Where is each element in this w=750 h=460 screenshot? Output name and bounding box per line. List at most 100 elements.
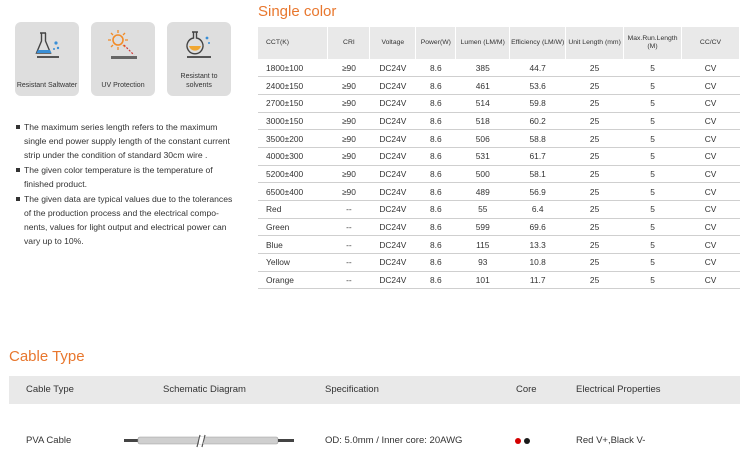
table-row: 3500±200 ≥90 DC24V 8.6 506 58.8 25 5 CV (258, 129, 740, 148)
flask-saltwater-icon (15, 28, 79, 64)
header-cc-cv: CC/CV (681, 27, 740, 59)
table-cell: 8.6 (415, 129, 456, 148)
table-cell: 6.4 (509, 200, 566, 219)
feature-label: UV Protection (101, 82, 145, 89)
table-row: Blue -- DC24V 8.6 115 13.3 25 5 CV (258, 235, 740, 255)
table-cell: CV (681, 165, 740, 184)
table-cell: 53.6 (509, 76, 566, 95)
feature-icons: Resistant Saltwater UV Protection Resist… (15, 22, 231, 96)
table-cell: 25 (565, 112, 624, 131)
table-cell: 58.8 (509, 129, 566, 148)
table-cell: 10.8 (509, 253, 566, 272)
table-cell: 8.6 (415, 165, 456, 184)
table-cell: CV (681, 112, 740, 131)
table-cell: 25 (565, 253, 624, 272)
table-row: 5200±400 ≥90 DC24V 8.6 500 58.1 25 5 CV (258, 165, 740, 184)
table-cell: CV (681, 76, 740, 95)
table-cell: Orange (258, 271, 328, 290)
table-cell: CV (681, 253, 740, 272)
table-cell: CV (681, 129, 740, 148)
table-row: 2700±150 ≥90 DC24V 8.6 514 59.8 25 5 CV (258, 94, 740, 113)
table-cell: 58.1 (509, 165, 566, 184)
table-cell: 5 (623, 200, 682, 219)
table-cell: 8.6 (415, 271, 456, 290)
header-voltage: Voltage (369, 27, 417, 59)
feature-card-solvent: Resistant to solvents (167, 22, 231, 96)
table-cell: 5 (623, 129, 682, 148)
table-cell: DC24V (369, 218, 416, 237)
table-cell: DC24V (369, 94, 416, 113)
header-max-run: Max.Run.Length (M) (623, 27, 683, 59)
table-cell: 8.6 (415, 59, 456, 78)
table-row: 3000±150 ≥90 DC24V 8.6 518 60.2 25 5 CV (258, 112, 740, 131)
table-cell: 25 (565, 129, 624, 148)
table-cell: 506 (455, 129, 510, 148)
table-cell: DC24V (369, 182, 416, 201)
table-cell: 514 (455, 94, 510, 113)
table-cell: 461 (455, 76, 510, 95)
cable-header-diagram: Schematic Diagram (163, 384, 246, 395)
table-cell: 5 (623, 253, 682, 272)
table-cell: 4000±300 (258, 147, 328, 166)
table-cell: DC24V (369, 200, 416, 219)
table-cell: 8.6 (415, 218, 456, 237)
table-cell: CV (681, 200, 740, 219)
table-cell: 55 (455, 200, 510, 219)
table-cell: CV (681, 59, 740, 78)
table-cell: DC24V (369, 112, 416, 131)
core-dot-red (515, 438, 521, 444)
flask-solvent-icon (167, 28, 231, 64)
table-cell: 1800±100 (258, 59, 328, 78)
table-cell: ≥90 (327, 182, 370, 201)
table-cell: ≥90 (327, 94, 370, 113)
feature-card-uv: UV Protection (91, 22, 155, 96)
table-cell: 25 (565, 147, 624, 166)
table-cell: Red (258, 200, 328, 219)
core-dot-black (524, 438, 530, 444)
cable-table-header: Cable Type Schematic Diagram Specificati… (9, 376, 740, 404)
table-cell: 56.9 (509, 182, 566, 201)
table-cell: 69.6 (509, 218, 566, 237)
note-item: The given color temperature is the tempe… (16, 163, 234, 191)
table-cell: 8.6 (415, 112, 456, 131)
table-cell: 5200±400 (258, 165, 328, 184)
header-efficiency: Efficiency (LM/W) (509, 27, 567, 59)
table-cell: -- (327, 200, 370, 219)
header-unit-length: Unit Length (mm) (565, 27, 625, 59)
table-cell: -- (327, 218, 370, 237)
table-cell: 8.6 (415, 235, 456, 255)
cable-header-core: Core (516, 384, 537, 395)
table-cell: DC24V (369, 59, 416, 78)
table-cell: DC24V (369, 253, 416, 272)
table-cell: 2700±150 (258, 94, 328, 113)
table-row: 6500±400 ≥90 DC24V 8.6 489 56.9 25 5 CV (258, 182, 740, 201)
core-indicator (515, 438, 530, 444)
table-cell: 8.6 (415, 76, 456, 95)
cable-spec-value: OD: 5.0mm / Inner core: 20AWG (325, 435, 463, 446)
header-cri: CRI (327, 27, 371, 59)
table-cell: -- (327, 253, 370, 272)
table-cell: 5 (623, 59, 682, 78)
feature-card-saltwater: Resistant Saltwater (15, 22, 79, 96)
table-cell: DC24V (369, 165, 416, 184)
notes-section: The maximum series length refers to the … (16, 120, 234, 249)
table-row: 2400±150 ≥90 DC24V 8.6 461 53.6 25 5 CV (258, 76, 740, 95)
table-row: 4000±300 ≥90 DC24V 8.6 531 61.7 25 5 CV (258, 147, 740, 166)
table-cell: CV (681, 235, 740, 255)
table-cell: 8.6 (415, 147, 456, 166)
cable-header-type: Cable Type (26, 384, 74, 395)
table-cell: 11.7 (509, 271, 566, 290)
table-cell: 25 (565, 218, 624, 237)
table-row: Orange -- DC24V 8.6 101 11.7 25 5 CV (258, 271, 740, 290)
table-cell: DC24V (369, 235, 416, 255)
table-cell: DC24V (369, 271, 416, 290)
table-cell: DC24V (369, 129, 416, 148)
feature-label: Resistant Saltwater (16, 82, 78, 89)
table-cell: DC24V (369, 76, 416, 95)
table-row: Green -- DC24V 8.6 599 69.6 25 5 CV (258, 218, 740, 237)
table-cell: 25 (565, 76, 624, 95)
table-cell: ≥90 (327, 165, 370, 184)
table-cell: ≥90 (327, 147, 370, 166)
table-cell: Green (258, 218, 328, 237)
table-cell: Blue (258, 235, 328, 255)
